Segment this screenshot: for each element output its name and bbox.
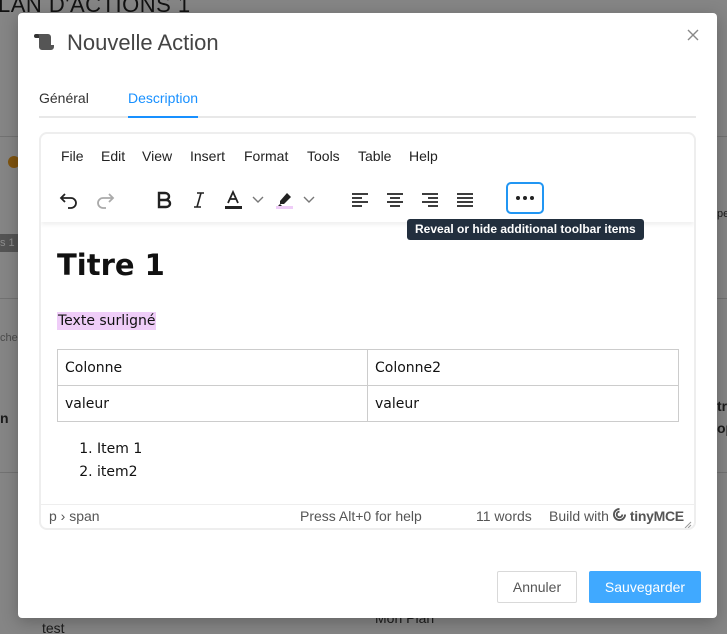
content-table: Colonne Colonne2 valeur valeur [57,349,679,422]
help-hint: Press Alt+0 for help [300,508,422,524]
rich-text-editor: File Edit View Insert Format Tools Table… [39,132,696,530]
brand-name: tinyMCE [629,508,684,524]
new-action-modal: Nouvelle Action Général Description File… [18,13,717,618]
tab-description[interactable]: Description [128,90,199,118]
table-row: valeur valeur [57,385,679,422]
list-item: item2 [97,463,142,486]
menu-format[interactable]: Format [244,148,288,164]
align-center-icon[interactable] [378,183,412,217]
text-color-icon[interactable] [217,183,251,217]
element-path[interactable]: p › span [49,508,100,524]
menu-view[interactable]: View [142,148,172,164]
tab-general[interactable]: Général [39,90,89,116]
menu-help[interactable]: Help [409,148,438,164]
modal-title: Nouvelle Action [67,30,219,55]
list-item: Item 1 [97,440,142,463]
highlight-icon[interactable] [268,183,302,217]
more-icon[interactable] [506,182,544,214]
save-button[interactable]: Sauvegarder [589,571,701,603]
tinymce-logo-icon [612,508,626,524]
table-row: Colonne Colonne2 [57,349,679,386]
align-left-icon[interactable] [343,183,377,217]
menu-table[interactable]: Table [358,148,391,164]
resize-handle-icon[interactable] [682,516,692,528]
scroll-icon [34,32,56,52]
italic-icon[interactable] [182,183,216,217]
table-cell: Colonne2 [367,349,679,386]
justify-icon[interactable] [448,183,482,217]
editor-menubar: File Edit View Insert Format Tools Table… [41,134,694,178]
tab-bar: Général Description [39,83,696,118]
content-heading: Titre 1 [57,248,165,282]
toolbar-tooltip: Reveal or hide additional toolbar items [407,219,644,240]
tinymce-branding[interactable]: Build with tinyMCE [549,508,684,524]
table-cell: valeur [367,385,679,422]
highlight-dropdown-chevron-down-icon[interactable] [299,183,319,217]
undo-icon[interactable] [52,183,86,217]
table-cell: valeur [57,385,368,422]
menu-insert[interactable]: Insert [190,148,225,164]
editor-content[interactable]: Titre 1 Texte surligné Colonne Colonne2 … [41,222,694,505]
close-icon[interactable] [685,27,701,43]
table-cell: Colonne [57,349,368,386]
highlighted-text: Texte surligné [57,312,157,330]
redo-icon[interactable] [88,183,122,217]
build-with-label: Build with [549,508,609,524]
word-count[interactable]: 11 words [476,508,532,524]
modal-header: Nouvelle Action [18,13,717,73]
align-right-icon[interactable] [413,183,447,217]
menu-edit[interactable]: Edit [101,148,125,164]
menu-tools[interactable]: Tools [307,148,340,164]
menu-file[interactable]: File [61,148,84,164]
cancel-button[interactable]: Annuler [497,571,577,603]
editor-statusbar: p › span Press Alt+0 for help 11 words B… [41,504,694,528]
bold-icon[interactable] [147,183,181,217]
editor-toolbar [41,178,694,222]
content-list: Item 1 item2 [81,440,142,486]
text-color-dropdown-chevron-down-icon[interactable] [248,183,268,217]
